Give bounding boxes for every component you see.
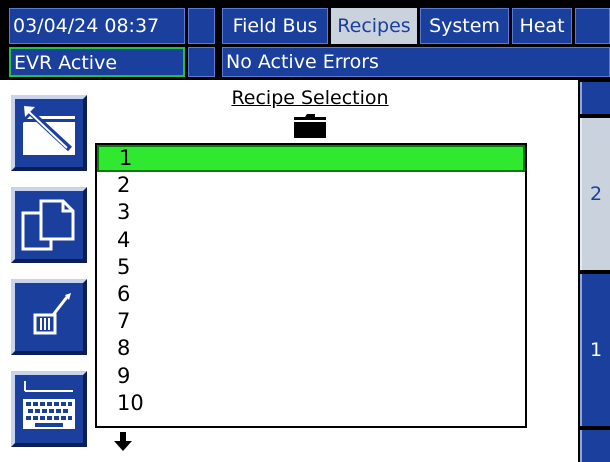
tab-recipes[interactable]: Recipes (331, 8, 417, 44)
scroll-down-arrow-icon[interactable] (114, 432, 132, 452)
keyboard-button[interactable] (11, 371, 87, 447)
page-title: Recipe Selection (231, 87, 389, 109)
folder-icon (294, 114, 326, 138)
recipe-list-item[interactable]: 10 (97, 390, 525, 417)
copy-button[interactable] (11, 187, 87, 263)
edit-icon (33, 293, 71, 335)
recipe-list-item[interactable]: 5 (97, 254, 525, 281)
screen: 03/04/24 08:37 Field Bus Recipes System … (0, 0, 610, 462)
recipe-list-item[interactable]: 7 (97, 308, 525, 335)
copy-icon (21, 199, 75, 251)
tab-heat[interactable]: Heat (512, 8, 572, 44)
page-scroll-down[interactable] (580, 430, 610, 462)
keyboard-icon (23, 381, 75, 429)
error-display: No Active Errors (222, 47, 610, 77)
recipe-list-item[interactable]: 6 (97, 281, 525, 308)
status-display: EVR Active (9, 47, 185, 77)
recipe-list-item[interactable]: 8 (97, 335, 525, 362)
recipe-list-item[interactable]: 2 (97, 172, 525, 199)
back-icon (21, 103, 75, 155)
tab-system[interactable]: System (420, 8, 509, 44)
recipe-list-item[interactable]: 4 (97, 227, 525, 254)
header-indicator-right (575, 8, 610, 44)
header-indicator-top (188, 8, 215, 44)
edit-button[interactable] (11, 279, 87, 355)
page-tab-2[interactable]: 2 (580, 118, 610, 270)
recipe-list-item[interactable]: 3 (97, 199, 525, 226)
recipe-list[interactable]: 1 2 3 4 5 6 7 8 9 10 (95, 143, 527, 428)
header-indicator-bottom (188, 47, 215, 77)
tab-field-bus[interactable]: Field Bus (222, 8, 328, 44)
page-tab-1[interactable]: 1 (580, 274, 610, 426)
recipe-list-item[interactable]: 1 (97, 145, 525, 173)
recipe-list-item[interactable]: 9 (97, 363, 525, 390)
back-button[interactable] (11, 95, 87, 171)
page-scroll-up[interactable] (580, 82, 610, 114)
datetime-display: 03/04/24 08:37 (9, 8, 185, 44)
